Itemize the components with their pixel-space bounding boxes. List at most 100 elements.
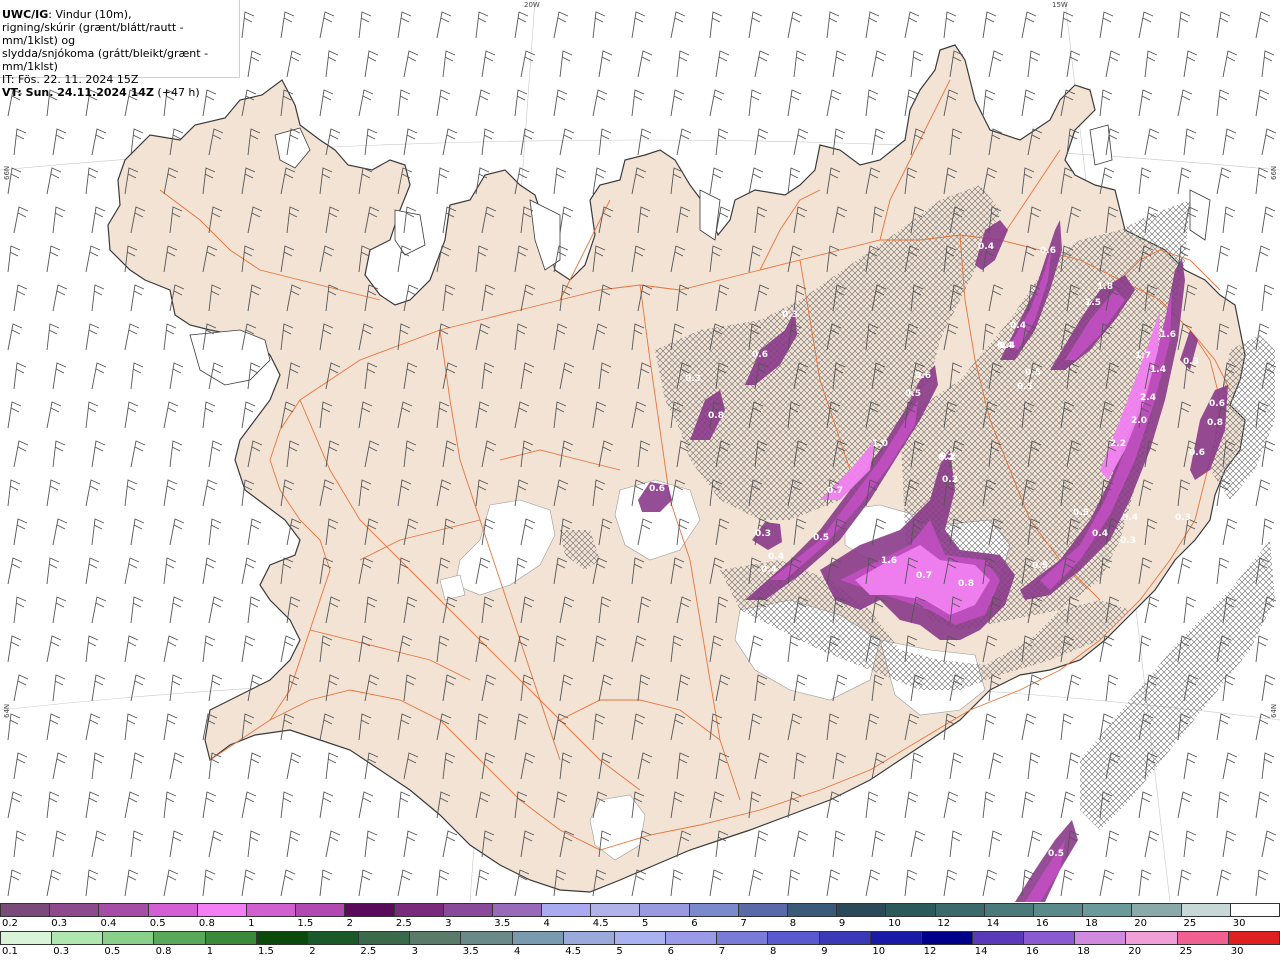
precip-value-label: 1.7 xyxy=(1135,351,1151,361)
precip-value-label: 0.5 xyxy=(905,389,921,399)
legend-swatch xyxy=(1083,903,1133,917)
wind-barb xyxy=(949,752,964,780)
wind-barb xyxy=(208,596,224,624)
legend-swatch xyxy=(614,931,667,945)
precip-value-label: 0.5 xyxy=(1073,508,1089,518)
wind-barb xyxy=(163,713,178,741)
wind-barb xyxy=(442,50,456,78)
wind-barb xyxy=(1222,830,1237,858)
wind-barb xyxy=(1177,869,1192,897)
legend-swatch xyxy=(345,903,395,917)
legend-label: 1 xyxy=(248,918,255,929)
wind-barb xyxy=(85,713,101,741)
wind-barb xyxy=(52,752,68,780)
lat-label-66n-left: 66N xyxy=(3,165,11,180)
lat-label-64n-right: 64N xyxy=(1270,703,1278,718)
wind-barb xyxy=(904,791,919,819)
wind-barb xyxy=(163,401,179,429)
wind-barb xyxy=(46,635,62,663)
wind-barb xyxy=(826,869,841,897)
wind-barb xyxy=(286,752,302,780)
wind-barb xyxy=(85,869,99,897)
wind-barb xyxy=(436,167,450,195)
precip-value-label: 0.5 xyxy=(1017,382,1033,392)
wind-barb xyxy=(169,674,183,702)
wind-barb xyxy=(397,89,411,117)
wind-barb xyxy=(13,206,29,234)
wind-barb xyxy=(715,50,730,78)
wind-barb xyxy=(247,518,262,546)
precip-value-label: 1.6 xyxy=(881,556,897,566)
wind-barb xyxy=(7,323,23,351)
legend-label: 3 xyxy=(445,918,452,929)
wind-barb xyxy=(1261,752,1275,780)
wind-barb xyxy=(1255,167,1269,195)
precip-value-label: 0.8 xyxy=(1207,418,1223,428)
legend-swatch xyxy=(640,903,690,917)
precip-value-label: 0.3 xyxy=(685,374,701,384)
wind-barb xyxy=(1183,830,1197,858)
wind-barb xyxy=(46,401,62,429)
wind-barb xyxy=(52,518,68,546)
wind-barb xyxy=(13,440,29,468)
legend-label: 6 xyxy=(691,918,698,929)
wind-barb xyxy=(943,11,957,39)
legend-swatch xyxy=(542,903,592,917)
wind-barb xyxy=(85,557,100,585)
legend-swatch xyxy=(972,931,1025,945)
wind-barb xyxy=(91,596,107,624)
precip-value-label: 0.8 xyxy=(958,579,974,589)
rain-legend-labels: 0.1 0.3 0.5 0.8 1 1.5 2 2.5 3 3.5 4 4.5 5 6 7 8 9 10 12 14 1… xyxy=(0,946,1280,958)
legend-swatch xyxy=(921,931,973,945)
wind-barb xyxy=(1261,128,1277,156)
wind-barb xyxy=(319,869,333,897)
wind-barb xyxy=(1216,557,1230,585)
legend-swatch xyxy=(0,903,51,917)
precip-value-label: 0.7 xyxy=(916,571,932,581)
snow-legend-labels: 0.2 0.3 0.4 0.5 0.8 1 1.5 2 2.5 3 3.5 4 4.5 5 6 7 8 9 10 12… xyxy=(0,918,1280,930)
wind-barb xyxy=(481,128,495,156)
wind-barb xyxy=(130,440,146,468)
wind-barb xyxy=(1066,752,1081,780)
wind-barb xyxy=(1216,713,1231,741)
precip-value-label: 0.5 xyxy=(813,533,829,543)
wind-barb xyxy=(865,791,879,819)
wind-barb xyxy=(46,791,60,819)
precip-value-label: 0.8 xyxy=(708,411,724,421)
wind-barb xyxy=(793,830,809,858)
lat-label-66n-right: 66N xyxy=(1270,165,1278,180)
wind-barb xyxy=(91,362,107,390)
wind-barb xyxy=(124,791,140,819)
legend-swatch xyxy=(256,931,308,945)
precip-value-label: 0.4 xyxy=(761,565,777,575)
wind-barb xyxy=(7,635,22,663)
wind-barb xyxy=(163,323,177,351)
wind-barb xyxy=(124,401,139,429)
precip-value-label: 0.3 xyxy=(1120,536,1136,546)
wind-barb xyxy=(163,869,179,897)
wind-barb xyxy=(910,752,924,780)
wind-barb xyxy=(1261,674,1276,702)
wind-barb xyxy=(1177,557,1193,585)
precip-value-label: 0.6 xyxy=(1189,448,1205,458)
legend-label: 5 xyxy=(642,918,649,929)
legend-label: 4.5 xyxy=(565,946,582,957)
precip-value-label: 1.6 xyxy=(1160,330,1176,340)
legend-swatch xyxy=(1033,903,1084,917)
legend-swatch xyxy=(443,903,493,917)
wind-barb xyxy=(52,674,66,702)
wind-barb xyxy=(85,167,99,195)
legend-label: 2 xyxy=(346,918,353,929)
lon-label-15w: 15W xyxy=(1052,1,1068,9)
wind-barb xyxy=(7,401,22,429)
wind-barb xyxy=(13,830,27,858)
wind-barb xyxy=(1066,674,1082,702)
wind-barb xyxy=(130,518,145,546)
wind-barb xyxy=(7,869,22,897)
wind-barb xyxy=(202,635,216,663)
lat-label-64n-left: 64N xyxy=(3,703,11,718)
wind-barb xyxy=(91,830,107,858)
legend-swatch xyxy=(886,903,936,917)
wind-barb xyxy=(475,869,490,897)
wind-barb xyxy=(1255,635,1269,663)
